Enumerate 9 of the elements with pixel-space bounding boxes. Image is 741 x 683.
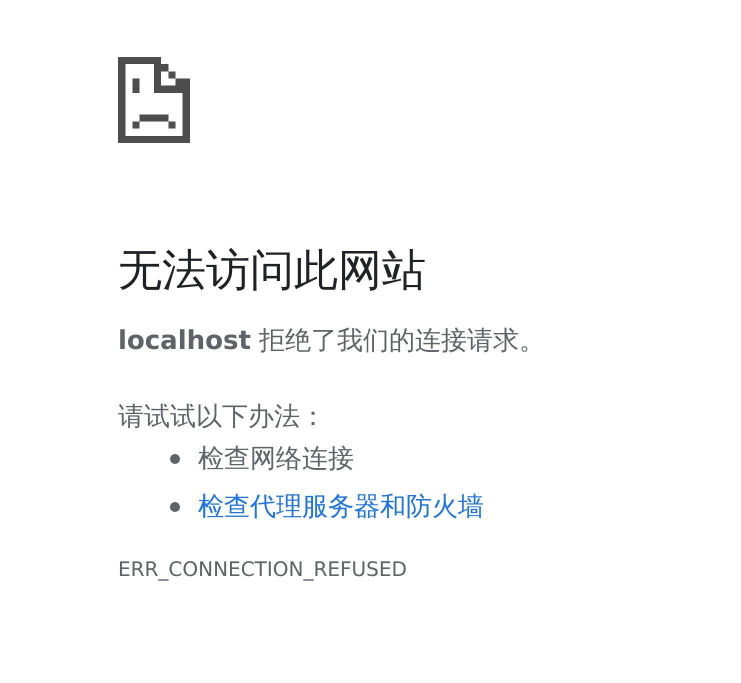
suggestion-link[interactable]: 检查代理服务器和防火墙 [198,489,484,525]
suggestions-heading: 请试试以下办法： [118,401,327,434]
error-code: ERR_CONNECTION_REFUSED [118,556,408,583]
bullet-icon [170,502,180,512]
error-message: localhost 拒绝了我们的连接请求。 [118,325,546,358]
suggestion-text: 检查网络连接 [198,443,354,476]
bullet-icon [170,454,180,464]
error-title: 无法访问此网站 [118,244,427,298]
sad-page-icon [118,57,190,143]
